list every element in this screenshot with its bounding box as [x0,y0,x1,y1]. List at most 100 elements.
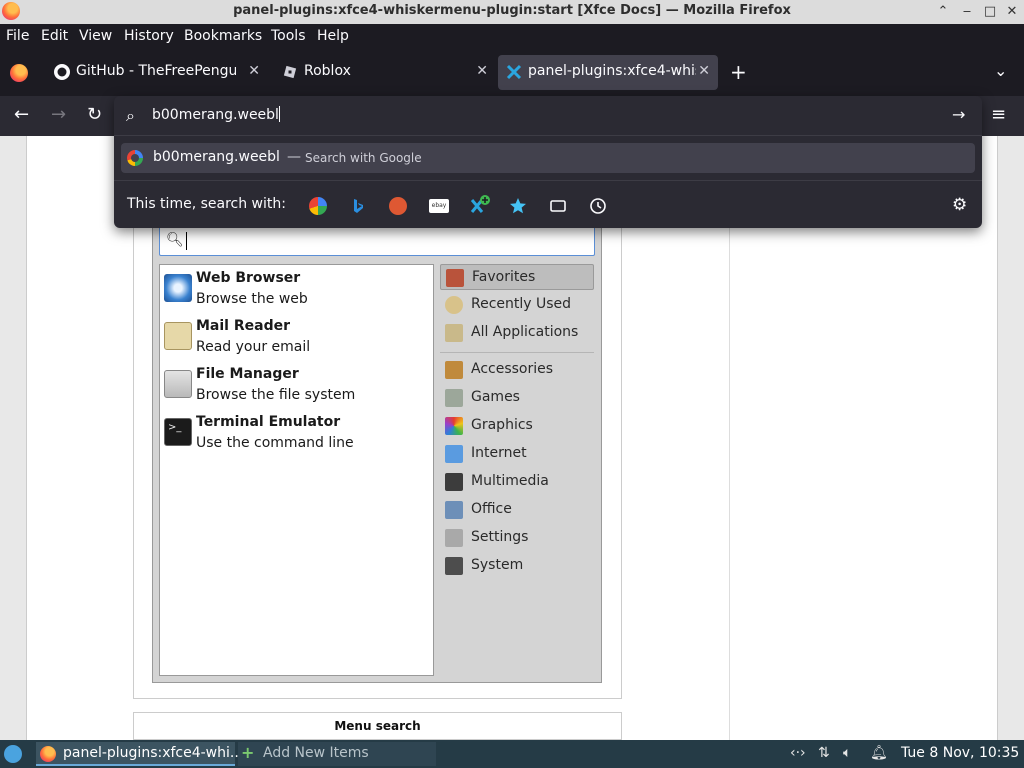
app-name: Mail Reader [196,318,290,334]
ebay-engine-icon[interactable]: ebay [429,199,449,213]
accessories-icon [445,361,463,379]
applications-icon [445,324,463,342]
whisker-search-input[interactable]: 🔍︎ [159,226,595,256]
tab-github[interactable]: GitHub - TheFreePenguin ✕ [46,55,268,90]
taskbar-window-firefox[interactable]: panel-plugins:xfce4-whi... [36,742,243,766]
category-accessories[interactable]: Accessories [440,357,594,383]
menu-history[interactable]: History [124,28,174,44]
tab-roblox[interactable]: Roblox ✕ [274,55,496,90]
window-shade-button[interactable]: ⌃ [933,2,953,22]
bing-engine-icon[interactable] [349,197,367,215]
google-engine-icon[interactable] [309,197,327,215]
task-label: panel-plugins:xfce4-whi... [63,745,244,761]
app-name: File Manager [196,366,299,382]
history-clock-icon[interactable] [589,197,607,215]
menu-view[interactable]: View [79,28,112,44]
tabs-icon[interactable] [549,197,567,215]
category-games[interactable]: Games [440,385,594,411]
menu-bookmarks[interactable]: Bookmarks [184,28,262,44]
search-icon: ⌕ [126,106,135,125]
category-label: Graphics [471,417,533,433]
menu-help[interactable]: Help [317,28,349,44]
terminal-icon: >_ [164,418,192,446]
forward-icon[interactable]: → [51,104,66,125]
google-icon [127,150,143,166]
file-manager-icon [164,370,192,398]
category-internet[interactable]: Internet [440,441,594,467]
one-off-divider [114,180,982,181]
category-label: Internet [471,445,527,461]
category-favorites[interactable]: Favorites [440,264,594,290]
menu-file[interactable]: File [6,28,29,44]
games-icon [445,389,463,407]
xfce-icon [506,64,522,80]
hamburger-menu-icon[interactable]: ≡ [991,104,1006,125]
internet-icon [445,445,463,463]
plus-icon: + [241,743,255,762]
window-maximize-button[interactable]: □ [980,2,1000,22]
app-name: Terminal Emulator [196,414,341,430]
category-label: Settings [471,529,529,545]
github-icon [54,64,70,80]
firefox-icon [40,746,56,762]
category-settings[interactable]: Settings [440,525,594,551]
go-arrow-icon[interactable]: → [952,105,965,124]
search-suggestion-row[interactable]: b00merang.weebl — Search with Google [121,143,975,173]
list-item[interactable]: >_ Terminal Emulator Use the command lin… [160,412,432,458]
url-input-row[interactable]: ⌕ b00merang.weebl → [114,96,982,136]
close-tab-icon[interactable]: ✕ [476,63,488,79]
category-recently-used[interactable]: Recently Used [440,292,594,318]
app-description: Browse the file system [196,387,356,403]
notification-bell-icon[interactable]: 🔔︎ [870,745,888,761]
category-office[interactable]: Office [440,497,594,523]
suggestion-action: Search with Google [305,151,422,165]
url-input[interactable]: b00merang.weebl [152,106,280,123]
close-tab-icon[interactable]: ✕ [248,63,260,79]
category-multimedia[interactable]: Multimedia [440,469,594,495]
search-icon: 🔍︎ [166,232,184,248]
window-minimize-button[interactable]: ‒ [957,2,977,22]
list-item[interactable]: Mail Reader Read your email [160,316,432,362]
gear-icon[interactable]: ⚙ [952,195,967,215]
firefox-view-icon[interactable] [10,64,28,82]
duckduckgo-engine-icon[interactable] [389,197,407,215]
back-icon[interactable]: ← [14,104,29,125]
add-new-items-button[interactable]: + Add New Items [238,742,436,766]
list-item[interactable]: Web Browser Browse the web [160,268,432,314]
window-close-button[interactable]: ✕ [1002,2,1022,22]
category-system[interactable]: System [440,553,594,579]
reload-icon[interactable]: ↻ [87,104,102,125]
list-item[interactable]: File Manager Browse the file system [160,364,432,410]
graphics-icon [445,417,463,435]
category-label: Accessories [471,361,554,377]
text-caret [186,232,187,250]
xfce-panel: panel-plugins:xfce4-whi... + Add New Ite… [0,740,1024,768]
settings-icon [445,529,463,547]
clock[interactable]: Tue 8 Nov, 10:35 [901,745,1019,761]
network-link-icon[interactable]: ‹·› [790,745,806,761]
tab-xfce-docs[interactable]: panel-plugins:xfce4-whisk ✕ [498,55,718,90]
tab-label: panel-plugins:xfce4-whisk [528,63,696,79]
new-tab-icon[interactable]: + [730,60,747,84]
bookmarks-star-icon[interactable] [509,197,527,215]
menu-bar: File Edit View History Bookmarks Tools H… [0,24,1024,50]
add-new-label: Add New Items [263,745,369,761]
mail-reader-icon [164,322,192,350]
tab-label: Roblox [304,63,351,79]
category-graphics[interactable]: Graphics [440,413,594,439]
menu-edit[interactable]: Edit [41,28,68,44]
volume-icon[interactable]: 🔈︎ [843,745,851,761]
whisker-menu-icon[interactable] [4,745,22,763]
close-tab-icon[interactable]: ✕ [698,63,710,79]
bookmark-icon [446,269,464,287]
window-titlebar: panel-plugins:xfce4-whiskermenu-plugin:s… [0,0,1024,24]
menu-tools[interactable]: Tools [271,28,306,44]
category-all-applications[interactable]: All Applications [440,320,594,346]
category-label: Multimedia [471,473,549,489]
app-description: Read your email [196,339,311,355]
category-label: Recently Used [471,296,572,312]
network-transfer-icon[interactable]: ⇅ [818,745,830,761]
add-search-engine-icon[interactable] [469,194,491,216]
chevron-down-icon[interactable]: ⌄ [994,61,1007,80]
roblox-icon [283,65,297,79]
